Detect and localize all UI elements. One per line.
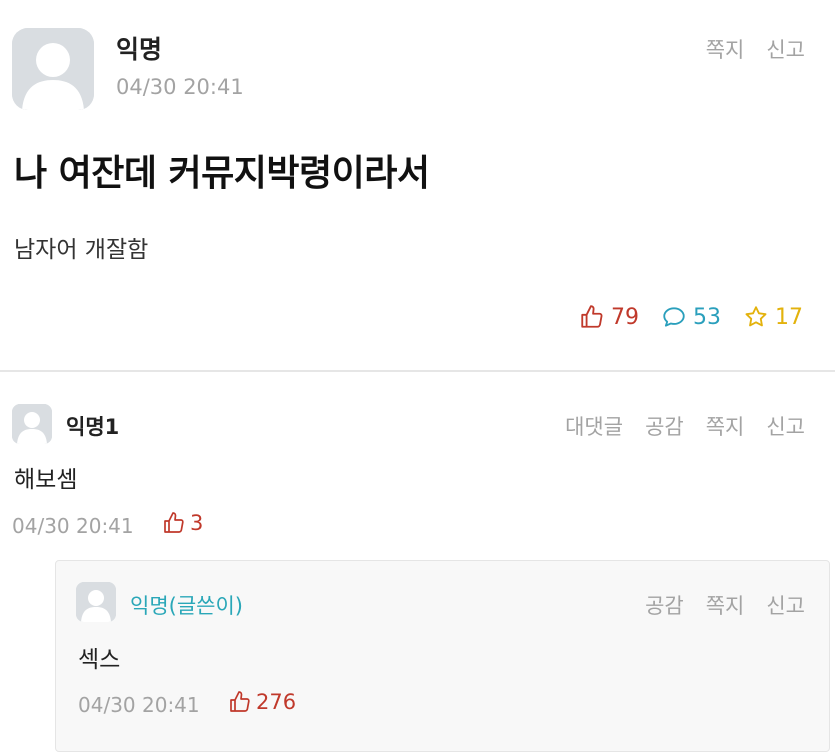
thumbs-up-icon (164, 512, 184, 533)
comment-vote: 3 (162, 511, 203, 535)
comment-vote-count: 3 (190, 511, 204, 535)
star-icon (745, 306, 767, 327)
vote-count: 79 (611, 304, 639, 330)
comment-date: 04/30 20:41 (12, 514, 134, 538)
comment-stat[interactable]: 53 (661, 304, 721, 330)
like-button[interactable]: 공감 (645, 411, 684, 441)
scrap-count: 17 (775, 304, 803, 330)
child-comment-avatar (76, 582, 116, 622)
reply-button[interactable]: 대댓글 (565, 411, 623, 441)
child-comment-box (55, 560, 830, 752)
comment-text: 해보셈 (14, 467, 78, 493)
avatar-icon (12, 28, 94, 110)
thumbs-up-icon (581, 305, 603, 328)
report-button[interactable]: 신고 (766, 590, 805, 620)
post-body: 남자어 개잘함 (14, 237, 149, 263)
report-button[interactable]: 신고 (766, 34, 805, 64)
message-button[interactable]: 쪽지 (706, 590, 745, 620)
message-button[interactable]: 쪽지 (706, 411, 745, 441)
child-comment-text: 섹스 (78, 647, 121, 673)
report-button[interactable]: 신고 (766, 411, 805, 441)
child-comment-date: 04/30 20:41 (78, 693, 200, 717)
comment-bubble-icon (663, 307, 685, 327)
post-author-name: 익명 (116, 35, 163, 64)
post-actions: 쪽지 신고 (706, 34, 805, 64)
post-title: 나 여잔데 커뮤지박령이라서 (14, 153, 430, 194)
child-comment-vote-count: 276 (256, 690, 297, 714)
message-button[interactable]: 쪽지 (706, 34, 745, 64)
post-stats: 79 53 17 (579, 304, 803, 330)
comment-actions: 대댓글 공감 쪽지 신고 (565, 411, 805, 441)
section-divider (0, 370, 835, 372)
comment-count: 53 (693, 304, 721, 330)
comment-author-name: 익명1 (66, 415, 120, 439)
comment-author-avatar (12, 404, 52, 444)
post-author-avatar (12, 28, 94, 110)
post-date: 04/30 20:41 (116, 75, 244, 99)
vote-stat[interactable]: 79 (579, 304, 639, 330)
avatar-icon (76, 582, 116, 622)
child-comment-actions: 공감 쪽지 신고 (645, 590, 805, 620)
avatar-icon (12, 404, 52, 444)
scrap-stat[interactable]: 17 (743, 304, 803, 330)
child-comment-vote: 276 (228, 690, 296, 714)
thumbs-up-icon (230, 691, 250, 712)
child-comment-author-name: 익명(글쓴이) (130, 594, 243, 618)
like-button[interactable]: 공감 (645, 590, 684, 620)
